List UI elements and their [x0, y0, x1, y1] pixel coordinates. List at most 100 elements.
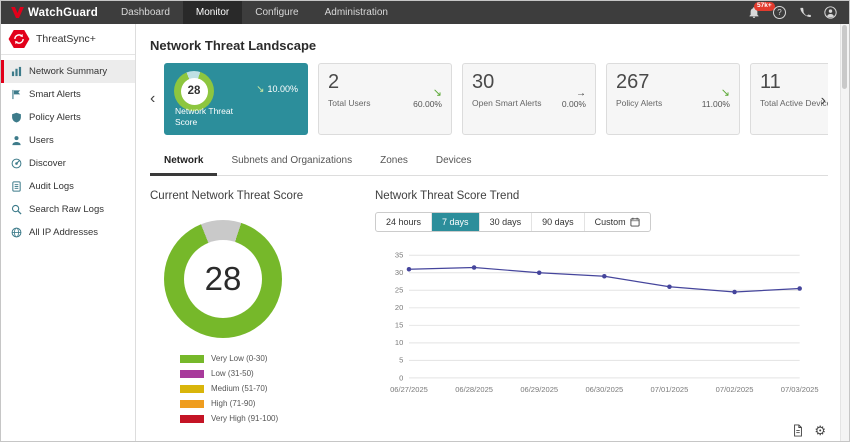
threat-score-trend-chart: 0510152025303506/27/202506/28/202506/29/…	[375, 240, 828, 412]
sidebar-item-policy-alerts[interactable]: Policy Alerts	[1, 106, 135, 129]
card-delta-row: → 0.00%	[562, 72, 586, 126]
tab-zones[interactable]: Zones	[366, 148, 422, 176]
sidebar-menu: Network Summary Smart Alerts Policy Aler…	[1, 55, 135, 244]
footer-tools: ⚙	[792, 424, 826, 437]
sidebar-item-label: Discover	[29, 158, 66, 169]
threat-level-legend: Very Low (0-30) Low (31-50) Medium (51-7…	[180, 354, 365, 423]
carousel-prev-button[interactable]: ‹	[150, 91, 164, 107]
range-30-days-button[interactable]: 30 days	[480, 213, 533, 231]
svg-text:25: 25	[395, 286, 403, 295]
legend-label: Very High (91-100)	[211, 414, 278, 423]
flag-icon	[11, 89, 22, 100]
card-label: Network Threat Score	[175, 106, 237, 128]
trend-down-icon: ↘	[433, 89, 442, 99]
card-policy-alerts[interactable]: 267 Policy Alerts ↘ 11.00%	[606, 63, 740, 135]
sidebar-item-audit-logs[interactable]: Audit Logs	[1, 175, 135, 198]
card-delta: 60.00%	[413, 99, 442, 109]
card-value: 2	[328, 72, 371, 92]
threatsync-icon	[8, 28, 30, 50]
legend-label: Very Low (0-30)	[211, 354, 267, 363]
tab-devices[interactable]: Devices	[422, 148, 486, 176]
sidebar-item-users[interactable]: Users	[1, 129, 135, 152]
tab-network[interactable]: Network	[150, 148, 217, 176]
legend-label: Low (31-50)	[211, 369, 254, 378]
sidebar-item-discover[interactable]: Discover	[1, 152, 135, 175]
sidebar-item-all-ip-addresses[interactable]: All IP Addresses	[1, 221, 135, 244]
card-delta: 11.00%	[702, 99, 730, 109]
card-delta-row: ↘ 11.00%	[702, 72, 730, 126]
svg-text:06/28/2025: 06/28/2025	[455, 385, 493, 394]
card-main: 2 Total Users	[328, 72, 371, 126]
scrollbar-thumb[interactable]	[842, 25, 847, 89]
card-open-smart-alerts[interactable]: 30 Open Smart Alerts → 0.00%	[462, 63, 596, 135]
navbar-actions: 57k+ ?	[748, 6, 849, 19]
donut-score-value: 28	[184, 240, 262, 318]
sidebar-item-network-summary[interactable]: Network Summary	[1, 60, 135, 83]
user-icon	[11, 135, 22, 146]
trend-down-icon: ↘	[256, 85, 264, 94]
calendar-icon	[630, 217, 640, 227]
card-network-threat-score[interactable]: 28 ↘ 10.00% Network Threat Score	[164, 63, 308, 135]
range-24-hours-button[interactable]: 24 hours	[376, 213, 432, 231]
svg-text:15: 15	[395, 321, 403, 330]
help-button[interactable]: ?	[773, 6, 786, 19]
sidebar-item-label: Users	[29, 135, 54, 146]
card-total-active-devices[interactable]: 11 Total Active Devices ↘	[750, 63, 828, 135]
range-90-days-button[interactable]: 90 days	[532, 213, 585, 231]
threat-score-donut: 28	[164, 220, 282, 338]
card-label: Open Smart Alerts	[472, 98, 541, 109]
tab-subnets-and-organizations[interactable]: Subnets and Organizations	[217, 148, 366, 176]
legend-label: High (71-90)	[211, 399, 255, 408]
card-delta-row: ↘ 10.00%	[256, 84, 298, 94]
card-main: 30 Open Smart Alerts	[472, 72, 541, 126]
contact-button[interactable]	[799, 7, 811, 19]
card-total-users[interactable]: 2 Total Users ↘ 60.00%	[318, 63, 452, 135]
globe-icon	[11, 227, 22, 238]
sidebar-item-label: Search Raw Logs	[29, 204, 104, 215]
card-delta-row: ↘ 60.00%	[413, 72, 442, 126]
legend-item-very-high: Very High (91-100)	[180, 414, 365, 423]
nav-configure[interactable]: Configure	[242, 1, 311, 24]
card-delta: 0.00%	[562, 99, 586, 109]
legend-item-medium: Medium (51-70)	[180, 384, 365, 393]
range-7-days-button[interactable]: 7 days	[432, 213, 480, 231]
legend-swatch	[180, 415, 204, 423]
svg-text:35: 35	[395, 251, 403, 260]
tab-content: Current Network Threat Score 28 Very Low…	[150, 176, 828, 423]
account-button[interactable]	[824, 6, 837, 19]
page-title: Network Threat Landscape	[150, 38, 828, 53]
nav-dashboard[interactable]: Dashboard	[108, 1, 183, 24]
sidebar-item-label: All IP Addresses	[29, 227, 98, 238]
svg-text:10: 10	[395, 338, 403, 347]
brand-name: WatchGuard	[28, 7, 98, 19]
carousel-next-button[interactable]: ›	[821, 93, 826, 109]
range-custom-button[interactable]: Custom	[585, 213, 650, 231]
legend-swatch	[180, 400, 204, 408]
legend-item-low: Low (31-50)	[180, 369, 365, 378]
trend-down-icon: ↘	[721, 89, 730, 99]
phone-icon	[799, 7, 811, 19]
notifications-button[interactable]: 57k+	[748, 7, 760, 19]
search-icon	[11, 204, 22, 215]
tab-bar: Network Subnets and Organizations Zones …	[150, 148, 828, 176]
sidebar-item-smart-alerts[interactable]: Smart Alerts	[1, 83, 135, 106]
nav-monitor[interactable]: Monitor	[183, 1, 242, 24]
export-report-button[interactable]	[792, 424, 804, 437]
card-label: Total Users	[328, 98, 371, 109]
score-panel-title: Current Network Threat Score	[150, 190, 365, 202]
vertical-scrollbar[interactable]	[840, 24, 849, 441]
document-icon	[11, 181, 22, 192]
watchguard-logo[interactable]: WatchGuard	[1, 7, 108, 19]
current-score-panel: Current Network Threat Score 28 Very Low…	[150, 176, 365, 423]
sidebar-item-search-raw-logs[interactable]: Search Raw Logs	[1, 198, 135, 221]
card-main: 267 Policy Alerts	[616, 72, 662, 126]
svg-text:5: 5	[399, 356, 403, 365]
card-value: 30	[472, 72, 541, 92]
svg-text:06/27/2025: 06/27/2025	[390, 385, 428, 394]
score-trend-panel: Network Threat Score Trend 24 hours 7 da…	[365, 176, 828, 423]
svg-text:07/02/2025: 07/02/2025	[716, 385, 754, 394]
card-label: Policy Alerts	[616, 98, 662, 109]
nav-administration[interactable]: Administration	[312, 1, 401, 24]
settings-button[interactable]: ⚙	[814, 424, 826, 437]
gauge-value: 28	[181, 78, 208, 105]
